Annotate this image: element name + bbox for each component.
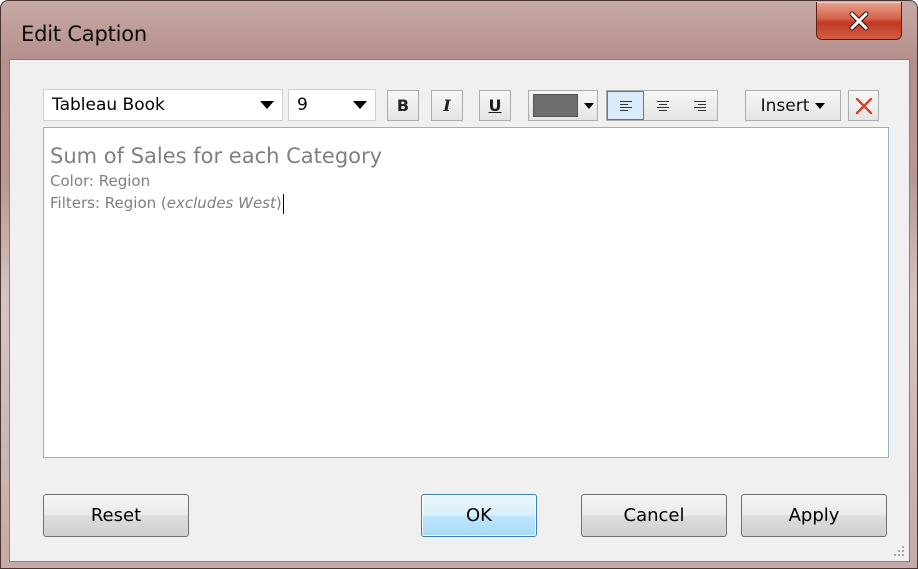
underline-button[interactable]: U — [479, 90, 511, 121]
align-center-icon — [656, 100, 669, 111]
dropdown-arrow-icon — [353, 101, 367, 109]
font-family-value: Tableau Book — [52, 95, 165, 115]
title-bar[interactable]: Edit Caption — [1, 1, 917, 59]
filters-suffix: ) — [275, 194, 282, 212]
filters-prefix: Filters: Region ( — [50, 194, 167, 212]
alignment-group — [606, 90, 718, 121]
caption-title: Sum of Sales for each Category — [50, 144, 383, 168]
edit-caption-dialog: Edit Caption Tableau Book 9 B I U Insert… — [0, 0, 918, 569]
italic-button[interactable]: I — [431, 90, 463, 121]
italic-label: I — [443, 96, 451, 115]
underline-label: U — [488, 96, 502, 115]
apply-button[interactable]: Apply — [741, 494, 887, 537]
align-left-button[interactable] — [607, 91, 644, 120]
caption-filters-line: Filters: Region (excludes West) — [50, 192, 888, 214]
align-right-icon — [693, 100, 706, 111]
text-cursor — [282, 193, 284, 214]
align-center-button[interactable] — [644, 91, 681, 120]
insert-button[interactable]: Insert — [745, 90, 841, 121]
filters-italic: excludes West — [166, 194, 276, 212]
apply-label: Apply — [788, 505, 840, 526]
dropdown-arrow-icon — [584, 103, 594, 109]
ok-label: OK — [466, 505, 492, 526]
font-size-value: 9 — [297, 95, 308, 115]
dropdown-arrow-icon — [260, 101, 274, 109]
reset-button[interactable]: Reset — [43, 494, 189, 537]
dropdown-arrow-icon — [815, 102, 826, 109]
window-title: Edit Caption — [21, 22, 148, 46]
clear-formatting-button[interactable] — [848, 90, 879, 121]
text-color-swatch — [533, 94, 578, 117]
cancel-button[interactable]: Cancel — [581, 494, 727, 537]
dialog-body: Tableau Book 9 B I U Insert Sum of Sales… — [9, 59, 910, 562]
align-right-button[interactable] — [681, 91, 718, 120]
ok-button[interactable]: OK — [421, 494, 537, 537]
close-icon — [849, 11, 869, 30]
cancel-label: Cancel — [623, 505, 685, 526]
bold-button[interactable]: B — [387, 90, 419, 121]
align-left-icon — [619, 100, 632, 111]
insert-label: Insert — [760, 95, 810, 116]
font-size-dropdown[interactable]: 9 — [288, 89, 376, 121]
clear-icon — [855, 97, 872, 114]
close-button[interactable] — [816, 2, 902, 40]
bold-label: B — [396, 96, 410, 115]
reset-label: Reset — [90, 505, 142, 526]
caption-color-line: Color: Region — [50, 172, 151, 190]
font-family-dropdown[interactable]: Tableau Book — [43, 89, 283, 121]
caption-editor[interactable]: Sum of Sales for each Category Color: Re… — [43, 127, 889, 458]
resize-grip-icon[interactable] — [893, 545, 905, 557]
text-color-button[interactable] — [528, 90, 598, 121]
